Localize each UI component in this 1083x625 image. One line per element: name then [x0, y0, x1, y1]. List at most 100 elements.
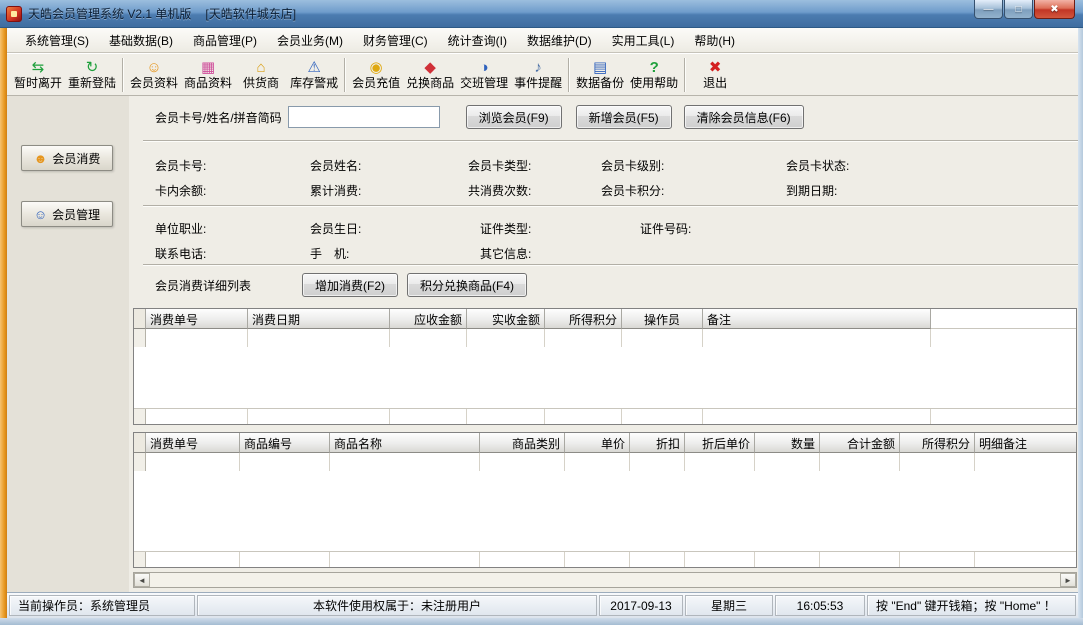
label-card-balance: 卡内余额:	[155, 182, 206, 199]
row-selector-header	[134, 433, 146, 453]
add-consume-button[interactable]: 增加消费(F2)	[302, 273, 398, 297]
toolbar-member-info[interactable]: ☺ 会员资料	[127, 56, 181, 94]
menu-product[interactable]: 商品管理(P)	[183, 28, 267, 52]
sidebar-button-label: 会员管理	[52, 206, 100, 223]
items-col-product-no: 商品编号	[240, 433, 330, 453]
scrollbar-track[interactable]	[150, 573, 1060, 587]
maximize-button[interactable]: □	[1004, 0, 1033, 19]
toolbar-label: 兑换商品	[406, 76, 454, 90]
window-title-store: [天皓软件城东店]	[205, 5, 296, 22]
member-consume-icon: ☻	[34, 151, 48, 166]
toolbar-label: 退出	[703, 76, 727, 90]
consume-col-date: 消费日期	[248, 309, 390, 329]
toolbar-pause-leave[interactable]: ⇆ 暂时离开	[11, 56, 65, 94]
sidebar-member-manage-button[interactable]: ☺ 会员管理	[21, 201, 113, 227]
toolbar-supplier[interactable]: ⌂ 供货商	[235, 56, 287, 94]
toolbar-label: 重新登陆	[68, 76, 116, 90]
toolbar-data-backup[interactable]: ▤ 数据备份	[573, 56, 627, 94]
toolbar-exit[interactable]: ✖ 退出	[689, 56, 741, 94]
titlebar[interactable]: 天皓会员管理系统 V2.1 单机版 [天皓软件城东店] — □ ✖	[0, 0, 1083, 28]
status-weekday: 星期三	[685, 595, 773, 616]
help-icon: ?	[650, 59, 659, 76]
row-selector	[134, 453, 146, 471]
label-total-consume: 累计消费:	[310, 182, 361, 199]
toolbar-stock-alert[interactable]: ⚠ 库存警戒	[287, 56, 341, 94]
status-time: 16:05:53	[775, 595, 865, 616]
menu-member-business[interactable]: 会员业务(M)	[267, 28, 353, 52]
menu-finance[interactable]: 财务管理(C)	[353, 28, 438, 52]
horizontal-scrollbar[interactable]: ◄ ►	[133, 572, 1077, 588]
items-table-header: 消费单号 商品编号 商品名称 商品类别 单价 折扣 折后单价 数量 合计金额 所…	[134, 433, 1076, 453]
consume-table-body[interactable]	[134, 347, 1076, 408]
add-member-button[interactable]: 新增会员(F5)	[576, 105, 672, 129]
menu-statistics[interactable]: 统计查询(I)	[438, 28, 517, 52]
label-phone: 联系电话:	[155, 245, 206, 262]
menu-data-maintain[interactable]: 数据维护(D)	[517, 28, 602, 52]
menu-help[interactable]: 帮助(H)	[684, 28, 745, 52]
consume-col-received: 实收金额	[467, 309, 545, 329]
scroll-left-button[interactable]: ◄	[134, 573, 150, 587]
browse-member-button[interactable]: 浏览会员(F9)	[466, 105, 562, 129]
label-birthday: 会员生日:	[310, 220, 361, 237]
clear-member-button[interactable]: 清除会员信息(F6)	[684, 105, 804, 129]
app-icon	[6, 6, 22, 22]
label-id-number: 证件号码:	[640, 220, 691, 237]
minimize-button[interactable]: —	[974, 0, 1003, 19]
consume-empty-row[interactable]	[134, 329, 1076, 347]
toolbar-shift-manage[interactable]: ◑ 交班管理	[457, 56, 511, 94]
shift-manage-icon: ◑	[480, 59, 489, 76]
menu-tools[interactable]: 实用工具(L)	[602, 28, 685, 52]
exit-icon: ✖	[709, 59, 722, 76]
items-col-discount: 折扣	[630, 433, 685, 453]
items-table[interactable]: 消费单号 商品编号 商品名称 商品类别 单价 折扣 折后单价 数量 合计金额 所…	[133, 432, 1077, 568]
items-col-total: 合计金额	[820, 433, 900, 453]
separator	[143, 140, 1078, 142]
row-selector-header	[134, 309, 146, 329]
consume-col-remark: 备注	[703, 309, 931, 329]
window-frame-left	[0, 28, 7, 618]
items-col-discounted-price: 折后单价	[685, 433, 755, 453]
toolbar-label: 会员充值	[352, 76, 400, 90]
product-info-icon: ▦	[201, 59, 215, 76]
status-date: 2017-09-13	[599, 595, 683, 616]
toolbar-label: 库存警戒	[290, 76, 338, 90]
member-info-row-4: 联系电话: 手 机: 其它信息:	[129, 240, 1078, 262]
points-exchange-button[interactable]: 积分兑换商品(F4)	[407, 273, 527, 297]
member-search-input[interactable]	[288, 106, 440, 128]
toolbar-separator	[122, 58, 124, 92]
toolbar-label: 数据备份	[576, 76, 624, 90]
relogin-icon: ↻	[86, 59, 99, 76]
label-card-status: 会员卡状态:	[786, 157, 849, 174]
toolbar-event-remind[interactable]: ♪ 事件提醒	[511, 56, 565, 94]
detail-list-title: 会员消费详细列表	[155, 277, 300, 294]
items-col-product-name: 商品名称	[330, 433, 480, 453]
toolbar-label: 商品资料	[184, 76, 232, 90]
toolbar-exchange-goods[interactable]: ◆ 兑换商品	[403, 56, 457, 94]
scroll-right-button[interactable]: ►	[1060, 573, 1076, 587]
items-col-order-no: 消费单号	[146, 433, 240, 453]
consume-table[interactable]: 消费单号 消费日期 应收金额 实收金额 所得积分 操作员 备注	[133, 308, 1077, 425]
status-hint: 按 "End" 键开钱箱；按 "Home" ！	[867, 595, 1076, 616]
sidebar-member-consume-button[interactable]: ☻ 会员消费	[21, 145, 113, 171]
close-button[interactable]: ✖	[1034, 0, 1075, 19]
toolbar-relogin[interactable]: ↻ 重新登陆	[65, 56, 119, 94]
sidebar-button-label: 会员消费	[52, 150, 100, 167]
toolbar-product-info[interactable]: ▦ 商品资料	[181, 56, 235, 94]
header-filler	[931, 309, 1076, 329]
toolbar-separator	[344, 58, 346, 92]
label-mobile: 手 机:	[310, 245, 349, 262]
close-icon: ✖	[1050, 4, 1058, 15]
label-consume-count: 共消费次数:	[468, 182, 531, 199]
scroll-left-icon: ◄	[138, 576, 146, 585]
sidebar: ☻ 会员消费 ☺ 会员管理	[7, 96, 129, 592]
items-table-body[interactable]	[134, 471, 1076, 551]
toolbar-help[interactable]: ? 使用帮助	[627, 56, 681, 94]
toolbar-member-recharge[interactable]: ◉ 会员充值	[349, 56, 403, 94]
detail-header-row: 会员消费详细列表 增加消费(F2) 积分兑换商品(F4)	[129, 272, 1078, 298]
items-empty-row[interactable]	[134, 453, 1076, 471]
member-info-row-2: 卡内余额: 累计消费: 共消费次数: 会员卡积分: 到期日期:	[129, 177, 1078, 202]
menu-system[interactable]: 系统管理(S)	[15, 28, 99, 52]
status-operator: 当前操作员：系统管理员	[9, 595, 195, 616]
menu-base-data[interactable]: 基础数据(B)	[99, 28, 183, 52]
window-frame-right	[1078, 28, 1083, 618]
